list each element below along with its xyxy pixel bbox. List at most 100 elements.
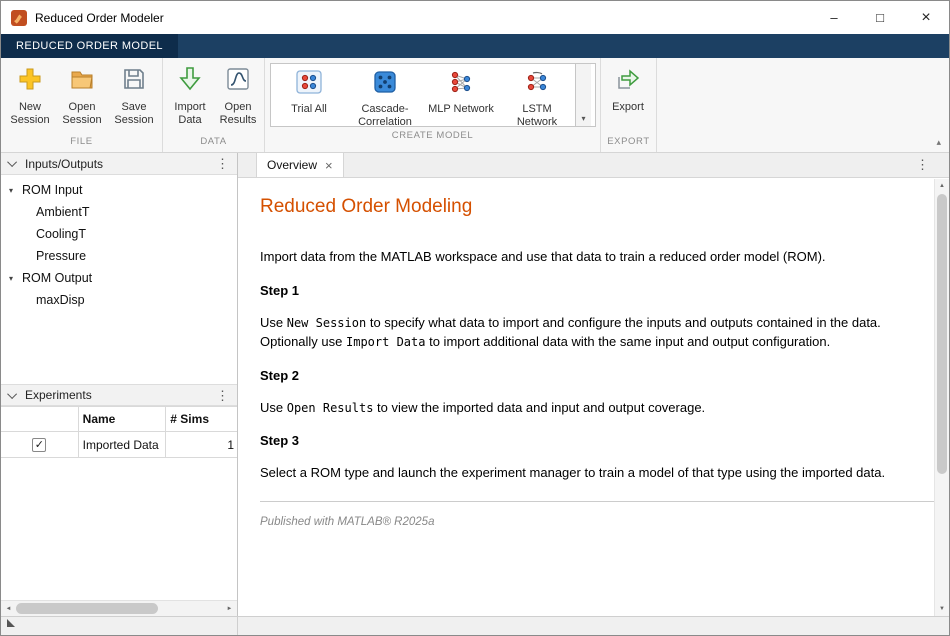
tree-item-label: ROM Input	[22, 183, 82, 197]
tree-expand-icon[interactable]: ▾	[9, 186, 22, 195]
import-data-label: Import Data	[166, 101, 214, 127]
save-session-label: Save Session	[108, 101, 160, 127]
tab-reduced-order-model[interactable]: REDUCED ORDER MODEL	[1, 34, 178, 58]
window-title: Reduced Order Modeler	[35, 11, 164, 25]
layout-grip-icon[interactable]	[6, 615, 16, 633]
import-data-button[interactable]: Import Data	[166, 63, 214, 127]
page-title: Reduced Order Modeling	[260, 196, 934, 218]
lstm-network-button[interactable]: LSTM Network	[499, 64, 575, 126]
titlebar: Reduced Order Modeler – □ ×	[1, 1, 949, 34]
tree-item-label: CoolingT	[36, 227, 86, 241]
collapse-chevron-icon[interactable]	[7, 157, 17, 167]
gallery-dropdown-button[interactable]: ▾	[575, 64, 591, 126]
main-area: Inputs/Outputs ⋮ ▾ ROM Input AmbientT Co…	[1, 153, 949, 616]
section-label-file: FILE	[1, 136, 162, 152]
minimize-button[interactable]: –	[811, 1, 857, 34]
results-plot-icon	[225, 66, 251, 97]
experiment-sims-cell: 1	[166, 432, 237, 458]
scroll-up-icon[interactable]: ▲	[935, 183, 949, 189]
step2-title: Step 2	[260, 368, 934, 383]
inputs-outputs-panel-header: Inputs/Outputs ⋮	[1, 153, 237, 175]
trial-all-icon	[295, 69, 323, 100]
tab-overview[interactable]: Overview ×	[256, 152, 344, 177]
save-session-button[interactable]: Save Session	[108, 63, 160, 127]
document-area: Overview × ⋮ Reduced Order Modeling Impo…	[238, 153, 949, 616]
close-tab-icon[interactable]: ×	[325, 159, 333, 172]
trial-all-button[interactable]: Trial All	[271, 64, 347, 126]
step3-title: Step 3	[260, 433, 934, 448]
cascade-correlation-button[interactable]: Cascade-Correlation	[347, 64, 423, 126]
table-row[interactable]: ✓ Imported Data 1	[1, 432, 237, 458]
overview-tab-label: Overview	[267, 158, 317, 172]
tree-item-label: maxDisp	[36, 293, 85, 307]
experiment-checkbox-cell: ✓	[1, 432, 79, 458]
new-session-code: New Session	[287, 316, 366, 330]
experiment-checkbox[interactable]: ✓	[32, 438, 46, 452]
scroll-right-icon[interactable]: ►	[222, 606, 237, 612]
published-footer: Published with MATLAB® R2025a	[260, 516, 934, 528]
sims-column-header: # Sims	[166, 406, 237, 432]
experiments-menu-icon[interactable]: ⋮	[208, 389, 237, 402]
mlp-network-icon	[448, 69, 474, 100]
section-label-data: DATA	[163, 136, 264, 152]
open-results-code: Open Results	[287, 401, 374, 415]
experiments-header-row: Name # Sims	[1, 406, 237, 432]
mlp-network-button[interactable]: MLP Network	[423, 64, 499, 126]
step1-paragraph: Use New Session to specify what data to …	[260, 314, 934, 352]
inputs-outputs-menu-icon[interactable]: ⋮	[208, 157, 237, 170]
collapse-ribbon-icon[interactable]: ▴	[936, 137, 941, 148]
export-arrow-icon	[615, 66, 641, 97]
statusbar-left	[1, 617, 238, 635]
section-label-export: EXPORT	[601, 136, 656, 152]
import-data-code: Import Data	[346, 335, 425, 349]
tree-item-ambientt[interactable]: AmbientT	[1, 201, 237, 223]
sidebar-empty-space	[1, 458, 237, 600]
scroll-down-icon[interactable]: ▼	[935, 606, 949, 612]
maximize-button[interactable]: □	[857, 1, 903, 34]
mlp-network-label: MLP Network	[428, 103, 494, 116]
experiments-title: Experiments	[25, 388, 92, 402]
app-window: Reduced Order Modeler – □ × REDUCED ORDE…	[0, 0, 950, 636]
toolbar-section-export: Export EXPORT	[601, 58, 657, 152]
toolbar: New Session Open Session Save Session FI…	[1, 58, 949, 153]
matlab-logo-icon	[11, 10, 27, 26]
experiment-name-cell: Imported Data	[79, 432, 167, 458]
tabbar-menu-icon[interactable]: ⋮	[916, 157, 949, 173]
toolbar-filler: ▴	[657, 58, 949, 152]
vertical-scrollbar-thumb[interactable]	[937, 194, 947, 474]
step2-paragraph: Use Open Results to view the imported da…	[260, 399, 934, 418]
export-button[interactable]: Export	[604, 63, 652, 114]
horizontal-scrollbar[interactable]: ◄ ►	[1, 600, 237, 616]
checkbox-column-header	[1, 406, 79, 432]
scroll-left-icon[interactable]: ◄	[1, 606, 16, 612]
tree-item-coolingt[interactable]: CoolingT	[1, 223, 237, 245]
step1-text: Use	[260, 315, 287, 330]
experiments-panel-header: Experiments ⋮	[1, 384, 237, 406]
step3-paragraph: Select a ROM type and launch the experim…	[260, 464, 934, 483]
new-session-icon	[17, 66, 43, 97]
step2-text: to view the imported data and input and …	[373, 400, 705, 415]
step1-text: to import additional data with the same …	[425, 334, 830, 349]
tree-item-maxdisp[interactable]: maxDisp	[1, 289, 237, 311]
close-button[interactable]: ×	[903, 1, 949, 34]
name-column-header: Name	[79, 406, 167, 432]
open-session-button[interactable]: Open Session	[56, 63, 108, 127]
document-content: Reduced Order Modeling Import data from …	[238, 178, 949, 616]
tree-item-label: ROM Output	[22, 271, 92, 285]
content-divider	[260, 501, 934, 502]
trial-all-label: Trial All	[291, 103, 327, 116]
horizontal-scrollbar-thumb[interactable]	[16, 603, 158, 614]
tree-item-pressure[interactable]: Pressure	[1, 245, 237, 267]
tree-expand-icon[interactable]: ▾	[9, 274, 22, 283]
import-arrow-icon	[177, 66, 203, 97]
tree-item-rom-input[interactable]: ▾ ROM Input	[1, 179, 237, 201]
io-tree: ▾ ROM Input AmbientT CoolingT Pressure ▾…	[1, 175, 237, 384]
new-session-button[interactable]: New Session	[4, 63, 56, 127]
new-session-label: New Session	[4, 101, 56, 127]
window-controls: – □ ×	[811, 1, 949, 34]
open-results-button[interactable]: Open Results	[214, 63, 262, 127]
tree-item-rom-output[interactable]: ▾ ROM Output	[1, 267, 237, 289]
collapse-chevron-icon[interactable]	[7, 389, 17, 399]
vertical-scrollbar[interactable]: ▲ ▼	[934, 179, 949, 616]
tree-item-label: AmbientT	[36, 205, 90, 219]
